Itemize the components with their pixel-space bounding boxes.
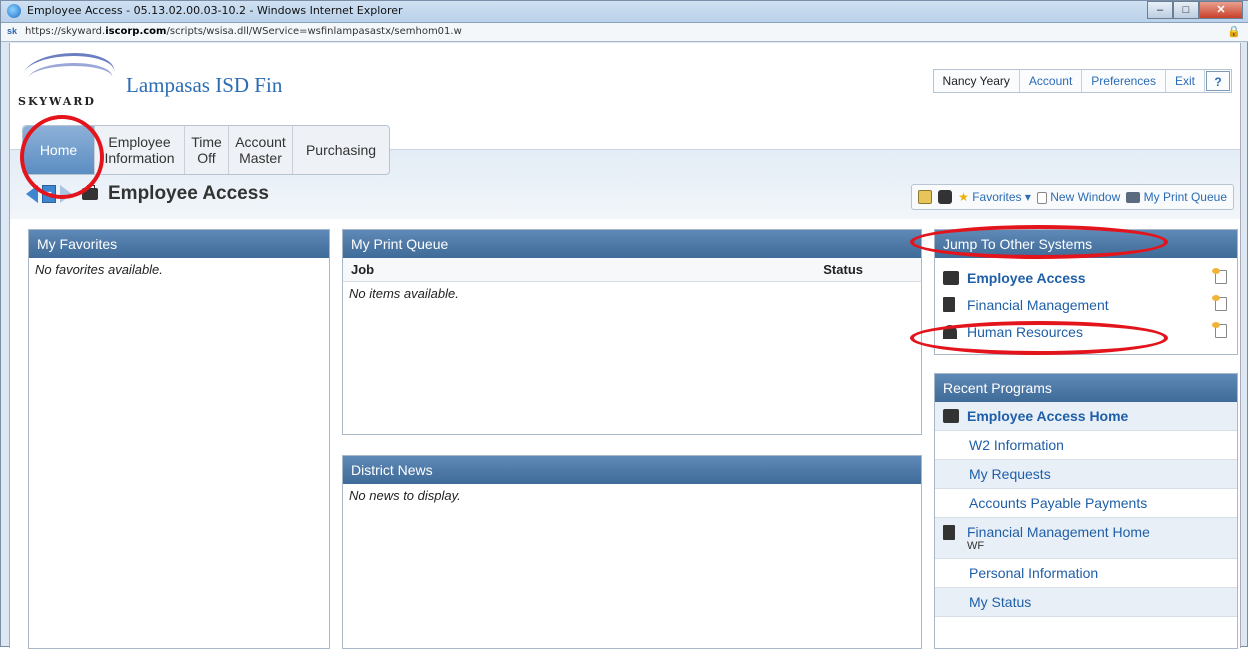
- recent-item-my-requests[interactable]: My Requests: [935, 460, 1237, 489]
- title-bar: Employee Access - 05.13.02.00.03-10.2 - …: [1, 1, 1248, 23]
- recent-item-financial-management-home[interactable]: Financial Management Home WF: [935, 518, 1237, 559]
- print-queue-empty: No items available.: [349, 286, 459, 301]
- recent-programs-header: Recent Programs: [935, 374, 1237, 402]
- recent-item-accounts-payable[interactable]: Accounts Payable Payments: [935, 489, 1237, 518]
- column-status[interactable]: Status: [823, 262, 863, 277]
- recent-item-personal-information[interactable]: Personal Information: [935, 559, 1237, 588]
- page-title: Employee Access: [108, 183, 269, 204]
- favorites-header: My Favorites: [29, 230, 329, 258]
- preferences-link[interactable]: Preferences: [1082, 70, 1166, 92]
- edit-icon[interactable]: [918, 190, 933, 204]
- recent-item-sub: WF: [967, 540, 985, 552]
- district-news-panel: District News No news to display.: [342, 455, 922, 649]
- new-window-icon: [1036, 191, 1047, 204]
- calculator-icon: [943, 524, 955, 540]
- help-button[interactable]: ?: [1206, 71, 1230, 91]
- site-icon: sk: [7, 26, 18, 36]
- print-queue-header: My Print Queue: [343, 230, 921, 258]
- jump-financial-management[interactable]: Financial Management: [935, 291, 1237, 318]
- window-title: Employee Access - 05.13.02.00.03-10.2 - …: [27, 4, 403, 17]
- tab-account-master[interactable]: Account Master: [229, 126, 293, 174]
- page-toolbar: ★ Favorites ▾ New Window My Print Queue: [911, 184, 1234, 210]
- internet-explorer-icon: [7, 4, 21, 18]
- user-menu: Nancy Yeary Account Preferences Exit ?: [932, 69, 1232, 93]
- tab-employee-information[interactable]: Employee Information: [95, 126, 185, 174]
- district-name: Lampasas ISD Fin: [126, 73, 283, 97]
- minimize-button[interactable]: –: [1147, 1, 1173, 19]
- district-news-header: District News: [343, 456, 921, 484]
- camera-icon[interactable]: [938, 190, 953, 204]
- lock-icon: 🔒: [1227, 26, 1241, 38]
- address-bar[interactable]: sk https://skyward.iscorp.com/scripts/ws…: [1, 23, 1248, 42]
- annotation-circle-home: [20, 115, 104, 199]
- new-window-button[interactable]: New Window: [1036, 190, 1120, 204]
- close-button[interactable]: ✕: [1199, 1, 1243, 19]
- recent-programs-panel: Recent Programs Employee Access Home W2 …: [934, 373, 1238, 649]
- column-job[interactable]: Job: [351, 262, 374, 277]
- printer-icon: [1126, 192, 1141, 204]
- tab-time-off[interactable]: Time Off: [185, 126, 229, 174]
- recent-item-employee-access-home[interactable]: Employee Access Home: [935, 402, 1237, 431]
- star-icon: ★: [958, 190, 969, 204]
- user-name: Nancy Yeary: [934, 70, 1020, 92]
- annotation-circle-hr: [910, 321, 1168, 355]
- maximize-button[interactable]: □: [1173, 1, 1199, 19]
- exit-link[interactable]: Exit: [1166, 70, 1205, 92]
- new-window-icon[interactable]: [1212, 295, 1227, 311]
- favorites-empty: No favorites available.: [35, 262, 163, 277]
- url-text[interactable]: https://skyward.iscorp.com/scripts/wsisa…: [25, 26, 462, 37]
- district-news-empty: No news to display.: [349, 488, 461, 503]
- favorites-button[interactable]: ★ Favorites ▾: [958, 190, 1031, 204]
- account-link[interactable]: Account: [1020, 70, 1083, 92]
- skyward-logo: SKYWARD: [18, 49, 120, 115]
- briefcase-icon: [943, 270, 959, 285]
- print-queue-panel: My Print Queue Job Status No items availa…: [342, 229, 922, 435]
- page-content: SKYWARD Lampasas ISD Fin Nancy Yeary Acc…: [9, 43, 1241, 649]
- tab-purchasing[interactable]: Purchasing: [293, 126, 389, 174]
- jump-employee-access[interactable]: Employee Access: [935, 264, 1237, 291]
- briefcase-icon: [943, 409, 959, 423]
- favorites-panel: My Favorites No favorites available.: [28, 229, 330, 649]
- new-window-icon[interactable]: [1212, 268, 1227, 284]
- calculator-icon: [943, 297, 955, 312]
- new-window-icon[interactable]: [1212, 322, 1227, 338]
- print-queue-button[interactable]: My Print Queue: [1126, 190, 1227, 204]
- annotation-circle-jump: [910, 225, 1168, 259]
- recent-item-w2-information[interactable]: W2 Information: [935, 431, 1237, 460]
- browser-window: Employee Access - 05.13.02.00.03-10.2 - …: [0, 0, 1248, 649]
- recent-item-my-status[interactable]: My Status: [935, 588, 1237, 617]
